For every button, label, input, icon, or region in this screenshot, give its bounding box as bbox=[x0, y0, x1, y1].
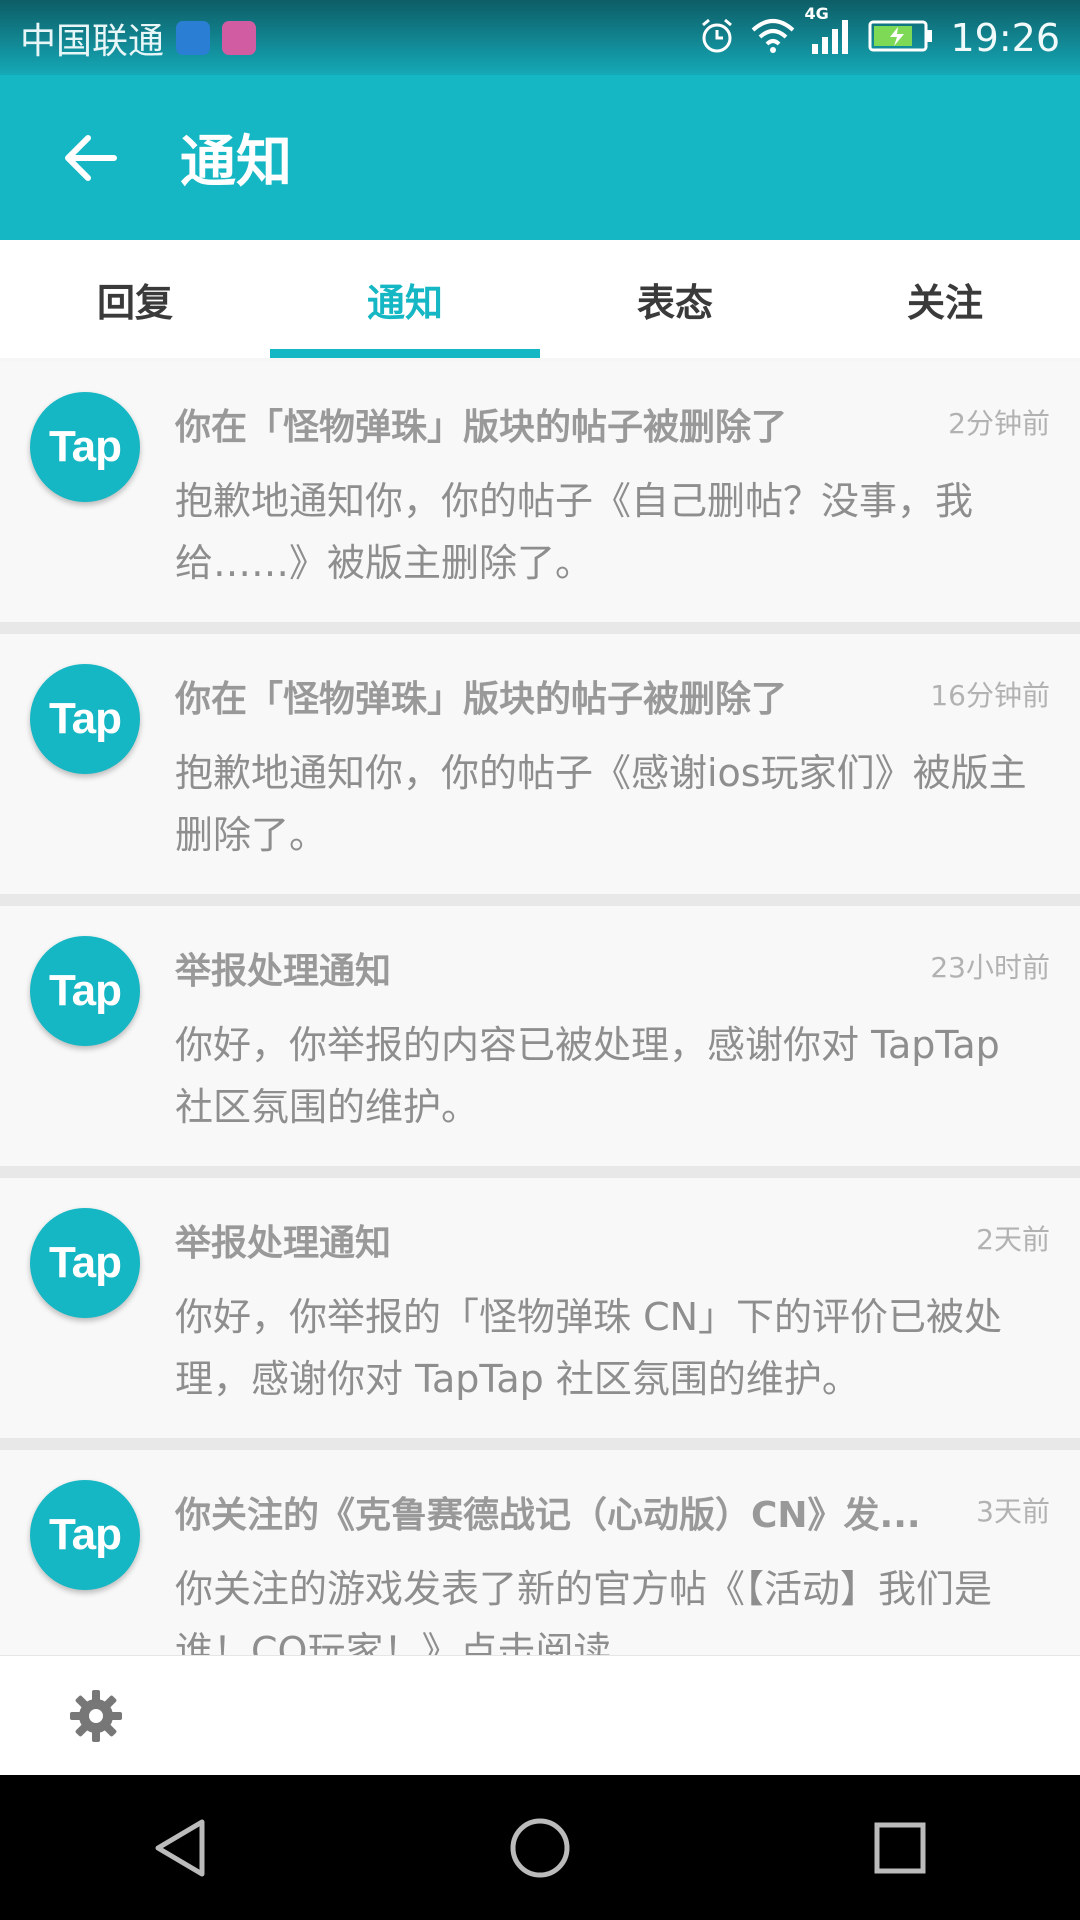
notification-body: 你好，你举报的「怪物弹珠 CN」下的评价已被处理，感谢你对 TapTap 社区氛… bbox=[175, 1295, 1003, 1401]
bilibili-icon bbox=[222, 20, 257, 55]
notification-time: 3天前 bbox=[976, 1495, 1050, 1528]
circle-home-icon bbox=[510, 1818, 570, 1877]
system-nav-bar bbox=[0, 1775, 1080, 1920]
tab-bar: 回复 通知 表态 关注 bbox=[0, 240, 1080, 358]
notification-time: 16分钟前 bbox=[930, 679, 1050, 712]
network-type-label: 4G bbox=[804, 3, 829, 23]
tab-notifications[interactable]: 通知 bbox=[270, 240, 540, 358]
carrier-label: 中国联通 bbox=[20, 20, 165, 62]
notification-title: 举报处理通知 bbox=[175, 1223, 392, 1264]
settings-button[interactable] bbox=[68, 1688, 124, 1744]
avatar: Tap bbox=[30, 1480, 140, 1590]
notification-time: 23小时前 bbox=[930, 951, 1050, 984]
hotspot-icon bbox=[176, 20, 211, 55]
notification-time: 2分钟前 bbox=[948, 407, 1050, 440]
avatar: Tap bbox=[30, 936, 140, 1046]
list-item[interactable]: Tap 举报处理通知 2天前 你好，你举报的「怪物弹珠 CN」下的评价已被处理，… bbox=[0, 1178, 1080, 1450]
notification-title: 你关注的《克鲁赛德战记（心动版）CN》发... bbox=[175, 1495, 921, 1536]
back-button[interactable] bbox=[30, 98, 150, 218]
triangle-back-icon bbox=[155, 1819, 205, 1876]
alarm-icon bbox=[698, 17, 736, 59]
tab-follows[interactable]: 关注 bbox=[810, 240, 1080, 358]
nav-home-button[interactable] bbox=[495, 1803, 585, 1893]
tab-replies[interactable]: 回复 bbox=[0, 240, 270, 358]
avatar: Tap bbox=[30, 392, 140, 502]
square-recents-icon bbox=[874, 1822, 926, 1873]
notification-body: 抱歉地通知你，你的帖子《感谢ios玩家们》被版主删除了。 bbox=[175, 751, 1027, 857]
notification-body: 你好，你举报的内容已被处理，感谢你对 TapTap 社区氛围的维护。 bbox=[175, 1023, 1000, 1129]
notification-body: 你关注的游戏发表了新的官方帖《【活动】我们是谁！CQ玩家！》点击阅读 bbox=[175, 1567, 993, 1655]
notification-time: 2天前 bbox=[976, 1223, 1050, 1256]
gear-icon bbox=[70, 1690, 122, 1742]
nav-back-button[interactable] bbox=[135, 1803, 225, 1893]
nav-recents-button[interactable] bbox=[855, 1803, 945, 1893]
clock-time: 19:26 bbox=[950, 15, 1060, 60]
bottom-bar bbox=[0, 1655, 1080, 1776]
page-title: 通知 bbox=[180, 130, 292, 195]
arrow-left-icon bbox=[65, 134, 117, 181]
list-item[interactable]: Tap 举报处理通知 23小时前 你好，你举报的内容已被处理，感谢你对 TapT… bbox=[0, 906, 1080, 1178]
battery-icon bbox=[868, 19, 934, 57]
list-item[interactable]: Tap 你在「怪物弹珠」版块的帖子被删除了 2分钟前 抱歉地通知你，你的帖子《自… bbox=[0, 362, 1080, 634]
avatar: Tap bbox=[30, 664, 140, 774]
notification-title: 你在「怪物弹珠」版块的帖子被删除了 bbox=[175, 407, 788, 448]
notification-title: 你在「怪物弹珠」版块的帖子被删除了 bbox=[175, 679, 788, 720]
notification-list[interactable]: Tap 你在「怪物弹珠」版块的帖子被删除了 2分钟前 抱歉地通知你，你的帖子《自… bbox=[0, 362, 1080, 1655]
avatar: Tap bbox=[30, 1208, 140, 1318]
tab-reactions[interactable]: 表态 bbox=[540, 240, 810, 358]
list-item[interactable]: Tap 你关注的《克鲁赛德战记（心动版）CN》发... 3天前 你关注的游戏发表… bbox=[0, 1450, 1080, 1655]
notification-title: 举报处理通知 bbox=[175, 951, 392, 992]
app-bar: 通知 bbox=[0, 75, 1080, 240]
wifi-icon bbox=[750, 18, 796, 58]
status-bar: 中国联通 4G 19:26 bbox=[0, 0, 1080, 75]
signal-icon: 4G bbox=[804, 4, 854, 58]
notification-body: 抱歉地通知你，你的帖子《自己删帖？没事，我给……》被版主删除了。 bbox=[175, 479, 974, 585]
list-item[interactable]: Tap 你在「怪物弹珠」版块的帖子被删除了 16分钟前 抱歉地通知你，你的帖子《… bbox=[0, 634, 1080, 906]
